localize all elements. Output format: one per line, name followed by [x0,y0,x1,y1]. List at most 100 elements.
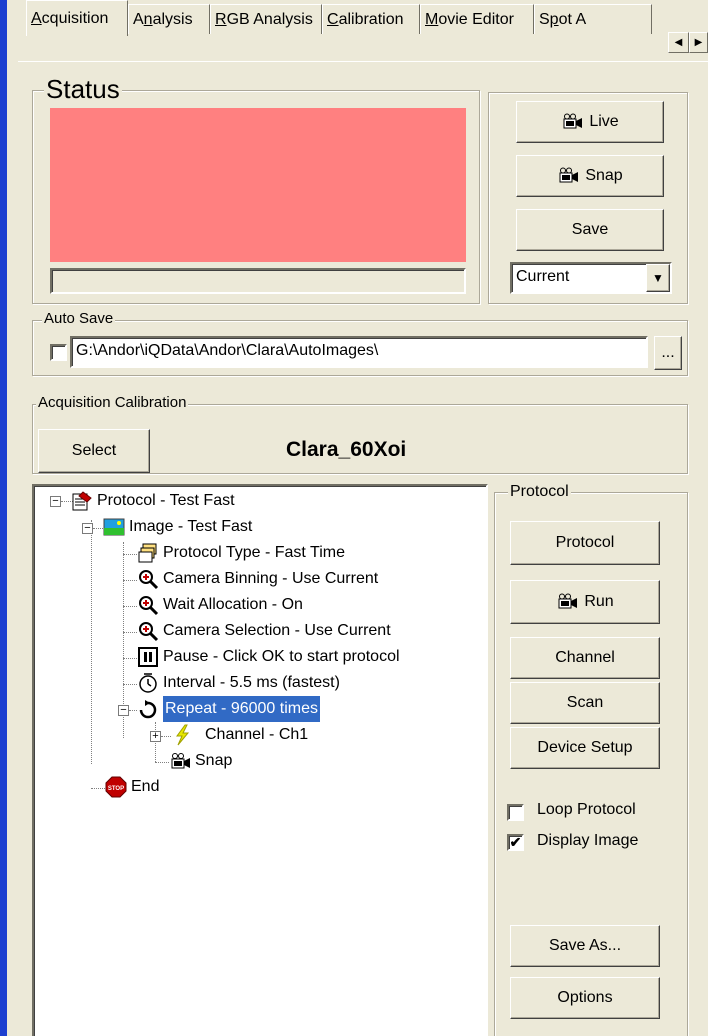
tab-spot[interactable]: Spot A [534,4,652,34]
tree-line [91,520,92,764]
snap-label: Snap [585,167,623,184]
calibration-legend: Acquisition Calibration [36,393,189,413]
pause-icon [138,647,158,667]
tab-movie-editor[interactable]: Movie Editor [420,4,534,34]
run-button[interactable]: Run [510,580,660,624]
run-label: Run [584,593,614,610]
snap-button[interactable]: Snap [516,155,664,197]
calibration-select-button[interactable]: Select [38,429,150,473]
tree-item[interactable]: Protocol Type - Fast Time [137,540,345,566]
clock-icon [139,673,157,693]
tree-line [123,684,137,685]
live-label: Live [589,113,619,130]
chevron-down-icon[interactable]: ▼ [646,264,670,292]
autosave-path-value: G:\Andor\iQData\Andor\Clara\AutoImages\ [76,342,379,359]
scan-button[interactable]: Scan [510,682,660,724]
tree-item-label: Wait Allocation - On [163,596,303,613]
window-left-edge [0,0,7,1036]
tree-line [123,554,137,555]
tree-item-label: Repeat - 96000 times [163,696,320,722]
display-image-label: Display Image [537,832,639,849]
save-target-select[interactable]: Current ▼ [510,262,672,294]
tree-item-label: Interval - 5.5 ms (fastest) [163,674,340,691]
tree-item[interactable]: Interval - 5.5 ms (fastest) [137,670,340,696]
image-icon [103,518,125,536]
tree-item-label: Image - Test Fast [129,518,253,535]
tree-item[interactable]: STOP End [105,774,159,800]
tree-line [123,632,137,633]
tree-item[interactable]: Image - Test Fast [103,514,252,540]
protocol-tree: − − − + Protocol - Test Fast Image - Tes… [37,488,487,1036]
loop-protocol-label: Loop Protocol [537,801,636,818]
tab-baseline [18,61,708,62]
tree-item-label: Snap [195,752,233,769]
tree-expand-button[interactable]: + [150,731,161,742]
tab-calibration[interactable]: Calibration [322,4,420,34]
tab-scroll-left-button[interactable]: ◀ [668,32,689,53]
tree-item-label: Channel - Ch1 [205,726,309,743]
tree-item-label: Protocol - Test Fast [97,492,235,509]
tree-line [161,736,171,737]
tree-item-label: End [131,778,160,795]
live-button[interactable]: Live [516,101,664,143]
tree-line [123,606,137,607]
tree-line [129,710,137,711]
tree-line [91,788,105,789]
calibration-name: Clara_60Xoi [286,438,407,461]
loop-protocol-checkbox[interactable] [507,804,524,821]
tree-item[interactable]: Snap [169,748,232,774]
tree-item[interactable]: Wait Allocation - On [137,592,303,618]
tree-item[interactable]: Channel - Ch1 [171,722,308,748]
protocol-button[interactable]: Protocol [510,521,660,565]
tree-line [123,658,137,659]
protocol-icon [72,491,92,511]
magnifier-icon [139,596,159,616]
save-label: Save [571,221,609,238]
tree-line [155,722,156,762]
tree-item-label: Camera Selection - Use Current [163,622,391,639]
tree-line [123,580,137,581]
autosave-path-field[interactable]: G:\Andor\iQData\Andor\Clara\AutoImages\ [70,336,648,368]
stack-icon [138,543,157,563]
options-button[interactable]: Options [510,977,660,1019]
tree-item[interactable]: Camera Binning - Use Current [137,566,378,592]
save-as-button[interactable]: Save As... [510,925,660,967]
tree-collapse-button[interactable]: − [118,705,129,716]
lightning-icon [176,724,190,746]
camera-icon [171,753,190,769]
protocol-legend: Protocol [508,482,571,502]
tab-scroll-right-button[interactable]: ▶ [689,32,708,53]
status-display [50,108,466,262]
autosave-checkbox[interactable] [50,344,67,361]
tree-item[interactable]: Pause - Click OK to start protocol [137,644,400,670]
magnifier-icon [139,622,159,642]
tree-collapse-button[interactable]: − [50,496,61,507]
camera-icon [563,113,583,129]
device-setup-button[interactable]: Device Setup [510,727,660,769]
repeat-icon [139,700,157,719]
channel-button[interactable]: Channel [510,637,660,679]
tab-rgb-analysis[interactable]: RGB Analysis [210,4,322,34]
magnifier-icon [139,570,159,590]
tree-item-label: Pause - Click OK to start protocol [163,648,400,665]
camera-icon [558,593,578,609]
tab-acquisition[interactable]: Acquisition [26,0,128,36]
stop-icon: STOP [105,776,127,798]
tree-line [155,762,169,763]
save-target-value: Current [516,268,570,285]
autosave-legend: Auto Save [42,310,116,328]
status-progress-bar [50,268,466,294]
tree-item-label: Camera Binning - Use Current [163,570,379,587]
stop-sign-text: STOP [108,786,124,792]
tree-item[interactable]: Camera Selection - Use Current [137,618,391,644]
camera-icon [559,167,579,183]
tree-collapse-button[interactable]: − [82,523,93,534]
tree-item-label: Protocol Type - Fast Time [163,544,345,561]
status-legend: Status [44,74,122,104]
tab-analysis[interactable]: Analysis [128,4,210,34]
display-image-checkbox[interactable]: ✔ [507,834,524,851]
save-button[interactable]: Save [516,209,664,251]
tree-item[interactable]: Protocol - Test Fast [71,488,235,514]
tree-item-selected[interactable]: Repeat - 96000 times [137,696,320,722]
autosave-browse-button[interactable]: ... [654,336,682,370]
